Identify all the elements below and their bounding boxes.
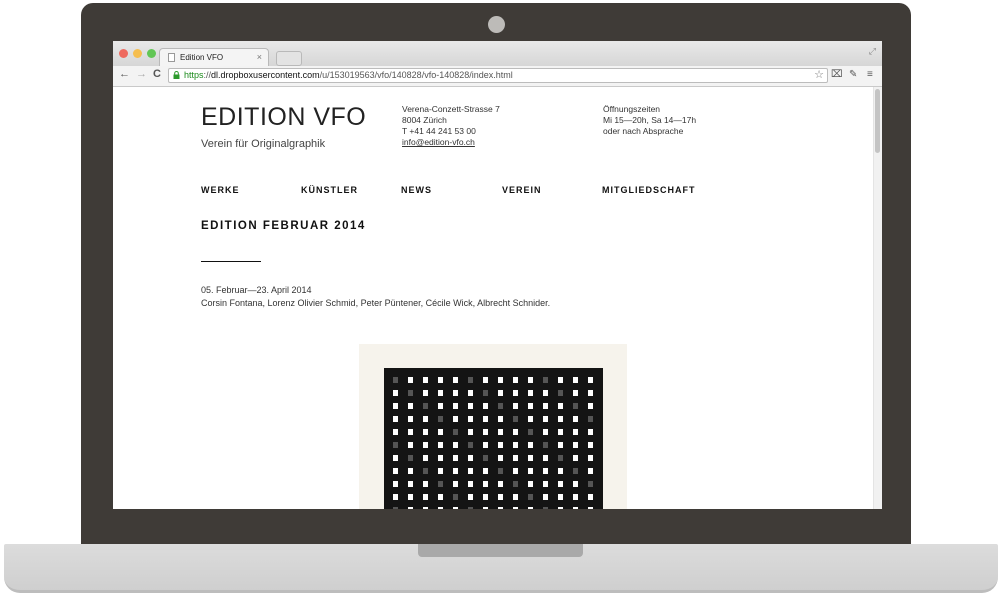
nav-verein[interactable]: VEREIN <box>502 185 542 195</box>
contact-address: Verena-Conzett-Strasse 7 8004 Zürich T +… <box>402 104 500 148</box>
address-bar[interactable]: https://dl.dropboxusercontent.com/u/1530… <box>168 68 828 83</box>
new-tab-button[interactable] <box>276 51 302 66</box>
artist-list: Corsin Fontana, Lorenz Olivier Schmid, P… <box>201 298 551 308</box>
grid-artwork-image <box>384 368 603 509</box>
hours-times: Mi 15—20h, Sa 14—17h <box>603 115 697 125</box>
back-button[interactable]: ← <box>119 68 130 80</box>
laptop-hinge-notch <box>418 544 583 557</box>
browser-toolbar: ← → C https://dl.dropboxusercontent.com/… <box>113 66 882 87</box>
nav-news[interactable]: NEWS <box>401 185 432 195</box>
site-logo[interactable]: EDITION VFO <box>201 103 366 132</box>
bookmark-star-icon[interactable]: ☆ <box>814 69 824 82</box>
artwork-image[interactable] <box>359 344 627 509</box>
address-phone: T +41 44 241 53 00 <box>402 126 476 136</box>
fullscreen-icon[interactable]: ⤢ <box>869 46 876 57</box>
tab-close-icon[interactable]: × <box>257 52 262 62</box>
browser-window: Edition VFO × ⤢ ← → C https://dl.dropbox… <box>113 41 882 509</box>
tab-edition-vfo[interactable]: Edition VFO × <box>159 48 269 66</box>
address-street: Verena-Conzett-Strasse 7 <box>402 104 500 114</box>
hours-label: Öffnungszeiten <box>603 104 661 114</box>
opening-hours: Öffnungszeiten Mi 15—20h, Sa 14—17h oder… <box>603 104 696 137</box>
vertical-scrollbar[interactable] <box>873 87 882 509</box>
url-path: /u/153019563/vfo/140828/vfo-140828/index… <box>319 70 513 80</box>
page-heading: EDITION FEBRUAR 2014 <box>201 220 366 232</box>
url-host: dl.dropboxusercontent.com <box>211 70 320 80</box>
url-separator: :// <box>203 70 212 80</box>
page-icon <box>168 53 175 62</box>
tools-icon[interactable]: ✎ <box>849 69 857 80</box>
menu-icon[interactable]: ≡ <box>867 69 873 80</box>
nav-kuenstler[interactable]: KÜNSTLER <box>301 185 358 195</box>
zoom-window-button[interactable] <box>147 49 156 58</box>
lock-icon <box>173 71 180 79</box>
webpage: EDITION VFO Verein für Originalgraphik V… <box>113 87 874 509</box>
webcam <box>488 16 505 33</box>
minimize-window-button[interactable] <box>133 49 142 58</box>
exhibition-dates: 05. Februar—23. April 2014 <box>201 285 312 295</box>
address-city: 8004 Zürich <box>402 115 447 125</box>
close-window-button[interactable] <box>119 49 128 58</box>
site-subtitle: Verein für Originalgraphik <box>201 138 326 150</box>
tab-title: Edition VFO <box>180 53 224 62</box>
window-controls <box>119 49 156 58</box>
scrollbar-thumb[interactable] <box>875 89 880 153</box>
url-text: https://dl.dropboxusercontent.com/u/1530… <box>184 69 513 82</box>
divider <box>201 261 261 262</box>
email-link[interactable]: info@edition-vfo.ch <box>402 137 500 148</box>
forward-button[interactable]: → <box>136 68 147 80</box>
tab-bar: Edition VFO × ⤢ <box>113 41 882 66</box>
extension-icon[interactable]: ⌧ <box>831 69 843 80</box>
nav-mitgliedschaft[interactable]: MITGLIEDSCHAFT <box>602 185 696 195</box>
nav-werke[interactable]: WERKE <box>201 185 240 195</box>
hours-note: oder nach Absprache <box>603 126 684 136</box>
reload-button[interactable]: C <box>153 68 161 80</box>
url-scheme: https <box>184 70 204 80</box>
